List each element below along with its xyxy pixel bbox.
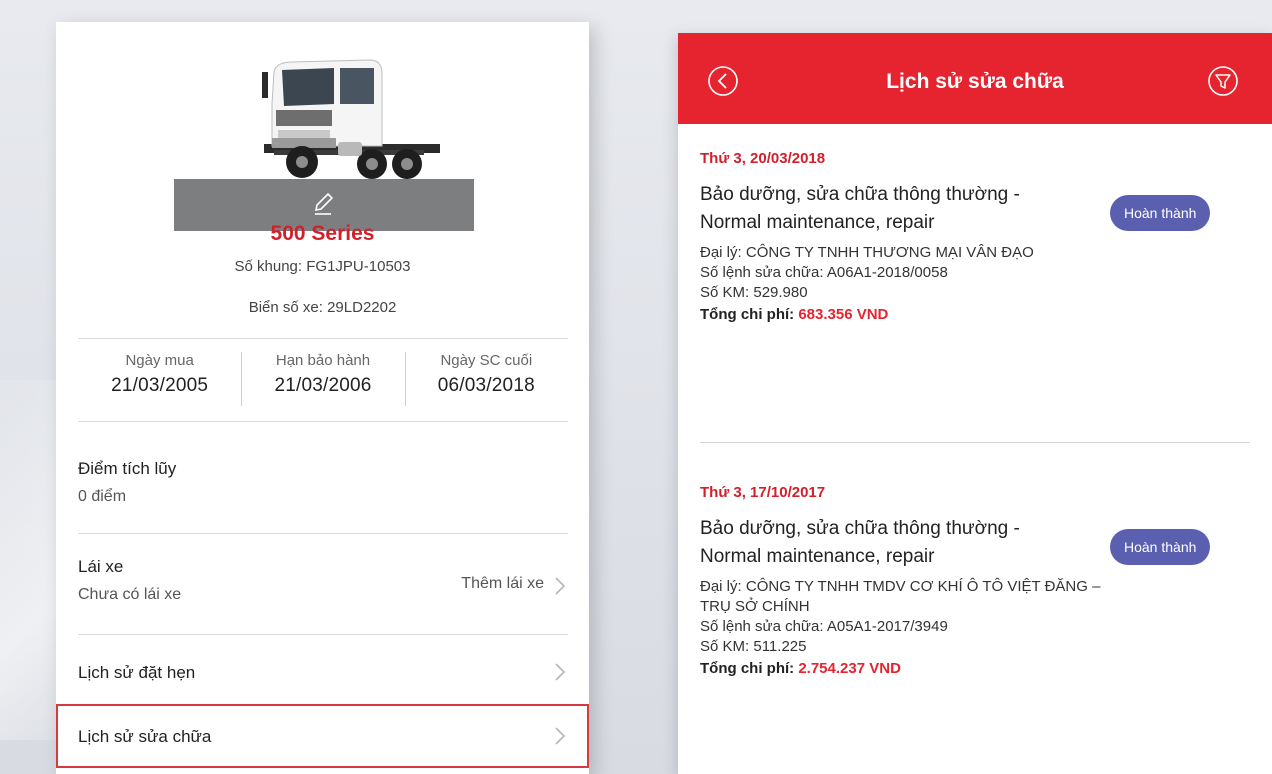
stat-value: 21/03/2005 xyxy=(111,375,209,396)
record-divider xyxy=(700,442,1250,443)
menu-item-label: Lịch sử đặt hẹn xyxy=(78,663,196,682)
order-label: Số lệnh sửa chữa: xyxy=(700,618,824,635)
status-badge: Hoàn thành xyxy=(1110,195,1211,231)
vehicle-detail-screen: 500 Series Số khung: FG1JPU-10503 Biển s… xyxy=(56,22,589,774)
divider xyxy=(78,421,568,422)
record-order-number: Số lệnh sửa chữa: A06A1-2018/0058 xyxy=(700,263,1110,283)
record-order-number: Số lệnh sửa chữa: A05A1-2017/3949 xyxy=(700,617,1110,637)
pencil-icon[interactable] xyxy=(307,187,339,219)
stat-warranty-date: Hạn bảo hành 21/03/2006 xyxy=(241,340,404,420)
order-label: Số lệnh sửa chữa: xyxy=(700,264,824,281)
chassis-value: FG1JPU-10503 xyxy=(306,258,411,275)
order-value: A06A1-2018/0058 xyxy=(826,264,948,281)
repair-history-screen: Lịch sử sửa chữa Thứ 3, 20/03/2018 Bảo d… xyxy=(678,33,1272,774)
dealer-label: Đại lý: xyxy=(700,244,742,261)
dealer-label: Đại lý: xyxy=(700,578,742,595)
stat-label: Ngày SC cuối xyxy=(440,352,533,369)
stat-label: Hạn bảo hành xyxy=(275,352,371,369)
km-value: 529.980 xyxy=(753,284,808,301)
divider xyxy=(78,533,568,534)
filter-icon[interactable] xyxy=(1207,65,1239,97)
menu-item-label: Lịch sử sửa chữa xyxy=(78,727,212,746)
points-value: 0 điểm xyxy=(78,488,127,505)
repair-record[interactable]: Thứ 3, 20/03/2018 Bảo dưỡng, sửa chữa th… xyxy=(700,150,1250,323)
total-amount: 2.754.237 VND xyxy=(798,660,901,677)
add-driver-link[interactable]: Thêm lái xe xyxy=(461,575,544,593)
menu-item-repair-history[interactable]: Lịch sử sửa chữa xyxy=(78,719,568,759)
record-total: Tổng chi phí: 683.356 VND xyxy=(700,306,1250,323)
plate-label: Biển số xe: xyxy=(248,299,323,316)
record-title: Bảo dưỡng, sửa chữa thông thường - Norma… xyxy=(700,518,1020,567)
driver-title: Lái xe xyxy=(78,557,124,576)
stat-value: 06/03/2018 xyxy=(437,375,535,396)
stat-purchase-date: Ngày mua 21/03/2005 xyxy=(78,340,241,420)
vehicle-stats: Ngày mua 21/03/2005 Hạn bảo hành 21/03/2… xyxy=(78,340,568,420)
total-label: Tổng chi phí: xyxy=(700,660,795,677)
km-value: 511.225 xyxy=(753,638,807,655)
record-total: Tổng chi phí: 2.754.237 VND xyxy=(700,660,1250,677)
license-plate: Biển số xe: 29LD2202 xyxy=(56,299,589,316)
menu-item-appointment-history[interactable]: Lịch sử đặt hẹn xyxy=(78,655,568,695)
order-value: A05A1-2017/3949 xyxy=(826,618,948,635)
total-label: Tổng chi phí: xyxy=(700,306,795,323)
total-amount: 683.356 VND xyxy=(798,306,889,323)
stat-last-service-date: Ngày SC cuối 06/03/2018 xyxy=(404,340,568,420)
divider xyxy=(78,634,568,635)
record-dealer: Đại lý: CÔNG TY TNHH TMDV CƠ KHÍ Ô TÔ VI… xyxy=(700,577,1110,617)
chassis-number: Số khung: FG1JPU-10503 xyxy=(56,258,589,275)
status-badge: Hoàn thành xyxy=(1110,529,1211,565)
record-date: Thứ 3, 17/10/2017 xyxy=(700,484,826,501)
points-row: Điểm tích lũy 0 điểm xyxy=(78,459,568,506)
record-date: Thứ 3, 20/03/2018 xyxy=(700,150,826,167)
screen-title: Lịch sử sửa chữa xyxy=(886,70,1064,93)
vehicle-model: 500 Series xyxy=(270,222,375,245)
km-label: Số KM: xyxy=(700,284,750,301)
dealer-value: CÔNG TY TNHH THƯƠNG MẠI VÂN ĐẠO xyxy=(745,244,1034,261)
stat-value: 21/03/2006 xyxy=(274,375,372,396)
chevron-right-icon xyxy=(555,577,566,595)
record-km: Số KM: 529.980 xyxy=(700,283,1110,303)
divider xyxy=(78,338,568,339)
record-dealer: Đại lý: CÔNG TY TNHH THƯƠNG MẠI VÂN ĐẠO xyxy=(700,243,1110,263)
record-title: Bảo dưỡng, sửa chữa thông thường - Norma… xyxy=(700,184,1020,233)
plate-value: 29LD2202 xyxy=(327,299,397,316)
km-label: Số KM: xyxy=(700,638,750,655)
repair-record[interactable]: Thứ 3, 17/10/2017 Bảo dưỡng, sửa chữa th… xyxy=(700,484,1250,677)
app-header: Lịch sử sửa chữa xyxy=(678,33,1272,124)
vehicle-photo[interactable] xyxy=(174,46,474,232)
points-title: Điểm tích lũy xyxy=(78,459,177,478)
dealer-value: CÔNG TY TNHH TMDV CƠ KHÍ Ô TÔ VIỆT ĐĂNG … xyxy=(700,578,1101,615)
stat-label: Ngày mua xyxy=(125,352,194,369)
driver-row[interactable]: Lái xe Chưa có lái xe Thêm lái xe xyxy=(78,557,568,617)
chassis-label: Số khung: xyxy=(234,258,303,275)
chevron-right-icon xyxy=(555,727,566,745)
chevron-right-icon xyxy=(555,663,566,681)
record-km: Số KM: 511.225 xyxy=(700,637,1110,657)
